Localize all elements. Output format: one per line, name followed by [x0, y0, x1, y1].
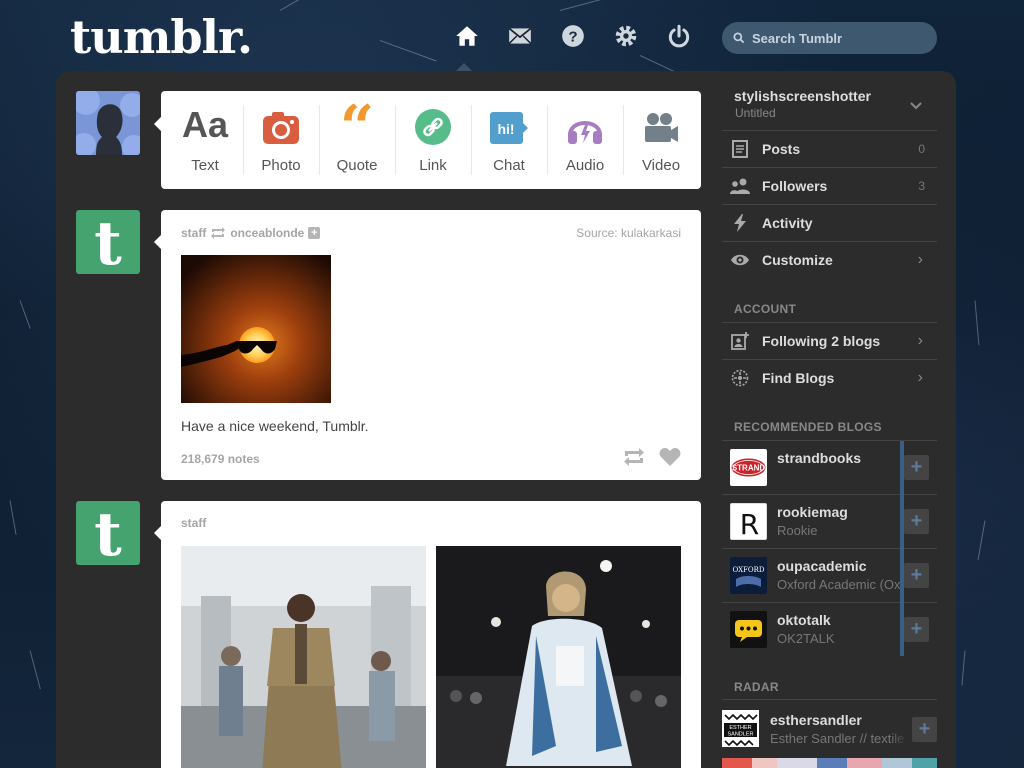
chat-icon: hi!: [489, 91, 529, 145]
svg-text:hi!: hi!: [497, 121, 514, 137]
posts-icon: [726, 140, 754, 158]
follow-button[interactable]: +: [904, 617, 929, 642]
sidebar-item-following[interactable]: Following 2 blogs ›: [722, 322, 937, 359]
post-type-audio[interactable]: Audio: [547, 91, 623, 189]
svg-text:t: t: [94, 210, 122, 274]
text-icon: Aa: [181, 104, 229, 145]
recommended-blog[interactable]: oktotalk OK2TALK +: [722, 602, 937, 656]
following-icon: [726, 332, 754, 350]
power-icon[interactable]: [665, 22, 693, 50]
camera-icon: [262, 91, 300, 145]
svg-text:OXFORD: OXFORD: [732, 566, 764, 574]
svg-text:R: R: [740, 508, 759, 540]
post-photo[interactable]: [181, 255, 331, 403]
search-icon: [733, 32, 745, 44]
follow-button[interactable]: +: [904, 455, 929, 480]
runway-photo-2[interactable]: [436, 546, 681, 768]
svg-text:STRAND: STRAND: [732, 464, 766, 473]
user-avatar[interactable]: [76, 91, 140, 155]
eye-icon: [726, 253, 754, 267]
post-type-photo[interactable]: Photo: [243, 91, 319, 189]
recommended-blog[interactable]: OXFORD oupacademic Oxford Academic (Ox +: [722, 548, 937, 602]
post-source[interactable]: Source: kulakarkasi: [576, 226, 681, 240]
chevron-right-icon: ›: [917, 332, 923, 349]
scroll-indicator: [900, 441, 904, 656]
search-box[interactable]: [722, 22, 937, 54]
post-author[interactable]: staff: [181, 226, 206, 240]
post-type-text[interactable]: Aa Text: [167, 91, 243, 189]
followers-icon: [726, 178, 754, 194]
sidebar-item-customize[interactable]: Customize ›: [722, 241, 937, 278]
link-icon: [415, 91, 451, 145]
post-type-quote[interactable]: “ Quote: [319, 91, 395, 189]
strandbooks-avatar: STRAND: [730, 449, 767, 486]
svg-text:?: ?: [568, 28, 577, 45]
radar-post-preview[interactable]: [722, 758, 937, 768]
radar-section-label: RADAR: [734, 680, 779, 694]
search-input[interactable]: [752, 30, 922, 46]
like-heart-icon[interactable]: [659, 448, 681, 471]
oupacademic-avatar: OXFORD: [730, 557, 767, 594]
sidebar-item-posts[interactable]: Posts 0: [722, 130, 937, 167]
chevron-down-icon[interactable]: [910, 98, 922, 114]
blog-name[interactable]: stylishscreenshotter: [734, 88, 871, 104]
svg-text:ESTHER: ESTHER: [729, 725, 751, 731]
reblogged-from[interactable]: onceablonde: [230, 226, 304, 240]
chevron-right-icon: ›: [917, 369, 923, 386]
help-icon[interactable]: ?: [559, 22, 587, 50]
post-caption: Have a nice weekend, Tumblr.: [181, 418, 369, 434]
rookiemag-avatar: R: [730, 503, 767, 540]
recommended-section-label: RECOMMENDED BLOGS: [734, 420, 882, 434]
follow-plus-icon[interactable]: +: [308, 227, 321, 239]
reblog-icon[interactable]: [623, 448, 645, 471]
notes-count[interactable]: 218,679 notes: [181, 452, 260, 466]
post-type-link[interactable]: Link: [395, 91, 471, 189]
recommended-blog[interactable]: R rookiemag Rookie +: [722, 494, 937, 548]
post-card: staff onceablonde + Source: kulakarkasi …: [154, 210, 701, 480]
video-icon: [642, 91, 680, 145]
chevron-right-icon: ›: [917, 251, 923, 268]
account-section-label: ACCOUNT: [734, 302, 797, 316]
reblog-small-icon: [211, 227, 226, 239]
post-card: staff: [154, 501, 701, 768]
svg-text:SANDLER: SANDLER: [728, 732, 754, 738]
radar-blog-subtitle: Esther Sandler // textile: [770, 731, 905, 746]
follow-button[interactable]: +: [904, 509, 929, 534]
mail-icon[interactable]: [506, 22, 534, 50]
staff-avatar[interactable]: t: [76, 501, 140, 565]
nav-active-caret: [456, 63, 472, 71]
svg-text:t: t: [94, 501, 122, 565]
recommended-blog[interactable]: STRAND strandbooks +: [722, 440, 937, 494]
radar-blog-name[interactable]: esthersandler: [770, 712, 862, 728]
post-type-bar: Aa Text Photo “ Quote Link hi! Chat Audi…: [154, 91, 701, 189]
blog-title: Untitled: [735, 106, 776, 120]
radar-follow-button[interactable]: +: [912, 717, 937, 742]
sidebar-item-activity[interactable]: Activity: [722, 204, 937, 241]
headphones-icon: [566, 91, 604, 145]
post-type-chat[interactable]: hi! Chat: [471, 91, 547, 189]
sidebar-item-followers[interactable]: Followers 3: [722, 167, 937, 204]
gear-icon[interactable]: [612, 22, 640, 50]
oktotalk-avatar: [730, 611, 767, 648]
sidebar-item-find-blogs[interactable]: Find Blogs ›: [722, 359, 937, 396]
post-type-video[interactable]: Video: [623, 91, 699, 189]
post-author[interactable]: staff: [181, 516, 206, 530]
runway-photo-1[interactable]: [181, 546, 426, 768]
lightning-icon: [726, 214, 754, 232]
esthersandler-avatar[interactable]: ESTHER SANDLER: [722, 710, 759, 747]
tumblr-logo[interactable]: tumblr.: [70, 10, 253, 64]
follow-button[interactable]: +: [904, 563, 929, 588]
quote-icon: “: [339, 93, 375, 163]
find-blogs-icon: [726, 369, 754, 387]
home-icon[interactable]: [453, 22, 481, 50]
staff-avatar[interactable]: t: [76, 210, 140, 274]
